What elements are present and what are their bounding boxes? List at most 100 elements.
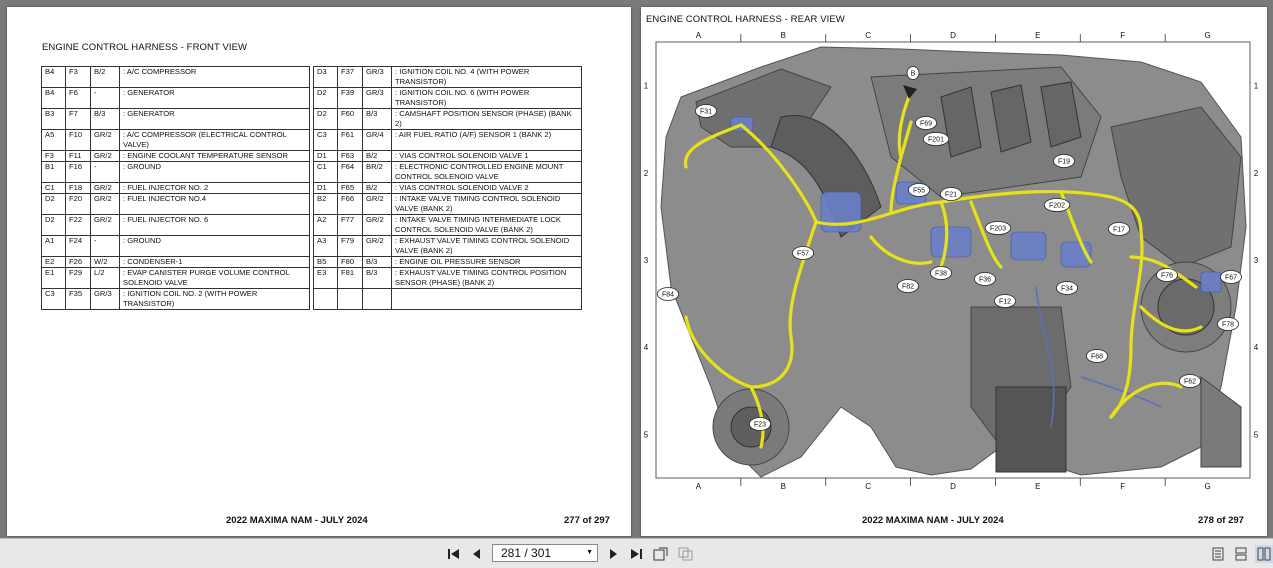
connector-cell: F18 [65,182,91,194]
right-footer-page: 278 of 297 [1198,515,1244,526]
connector-cell: F37 [337,66,363,88]
table-row: B4 F6-: GENERATOR D2 F39 GR/3: IGNITION COIL… [41,87,582,109]
rotate-icon[interactable] [652,545,670,563]
continuous-icon[interactable] [1232,545,1250,563]
callout-label: F38 [935,271,947,278]
grid-column-label: D [950,31,956,40]
color-pins-cell: - [90,161,120,183]
color-pins-cell: B/3 [362,267,392,289]
color-pins-cell: BR/2 [362,161,392,183]
connector-cell: F3 [65,66,91,88]
callout-label: F76 [1161,273,1173,280]
grid-ref-cell: B3 [41,108,66,130]
connector-callout: F19 [1052,154,1075,168]
grid-ref-cell: D2 [41,214,66,236]
grid-ref-cell: B1 [41,161,66,183]
color-pins-cell: B/3 [362,108,392,130]
connector-cell: F16 [65,161,91,183]
table-row: A5 F10 GR/2: A/C COMPRESSOR (ELECTRICAL CO… [41,129,582,151]
table-row: A1 F24-: GROUND A3 F79 GR/2: EXHAUST VALVE T… [41,235,582,257]
color-pins-cell: GR/4 [362,129,392,151]
callout-label: F12 [999,299,1011,306]
page-number-field[interactable]: 281 / 301 ▼ [492,544,598,562]
connector-callout: F21 [939,187,962,201]
grid-ref-cell: F3 [41,150,66,162]
callout-label: F55 [913,188,925,195]
grid-row-label: 3 [644,256,649,265]
description-cell: : VIAS CONTROL SOLENOID VALVE 2 [391,182,582,194]
description-cell: : AIR FUEL RATIO (A/F) SENSOR 1 (BANK 2) [391,129,582,151]
grid-column-label: F [1120,482,1125,491]
single-page-icon[interactable] [1209,545,1227,563]
connector-callout: F55 [907,183,930,197]
grid-column-label: E [1035,31,1040,40]
engine-diagram: AABBCCDDEEFFGG1 12 23 34 45 5 BF31F69F20… [644,31,1259,491]
grid-ref-cell: C1 [313,161,338,183]
color-pins-cell: B/3 [362,256,392,268]
connector-callout: F34 [1055,281,1078,295]
callout-label: F19 [1058,159,1070,166]
connector-cell: F7 [65,108,91,130]
grid-ref-cell: A1 [41,235,66,257]
callout-label: F21 [945,192,957,199]
grid-ref-cell: C3 [41,288,66,310]
connector-callout: F38 [929,266,952,280]
description-cell [391,288,582,310]
next-page-icon[interactable] [604,545,622,563]
description-cell: : FUEL INJECTOR NO.4 [119,193,310,215]
grid-ref-cell: B4 [41,87,66,109]
grid-row-label: 4 [644,343,649,352]
grid-row-label: 2 [644,169,649,178]
grid-column-label: F [1120,31,1125,40]
callout-label: F34 [1061,286,1073,293]
copy-icon[interactable] [677,545,695,563]
grid-column-label: C [865,482,871,491]
connector-callout: F17 [1107,222,1130,236]
connector-cell: F6 [65,87,91,109]
table-row: D2 F22 GR/2: FUEL INJECTOR NO. 6 A2 F77 GR/2:… [41,214,582,236]
grid-ref-cell: E1 [41,267,66,289]
chevron-down-icon[interactable]: ▼ [586,545,593,561]
color-pins-cell: W/2 [90,256,120,268]
last-page-icon[interactable] [627,545,645,563]
left-footer-doc: 2022 MAXIMA NAM - JULY 2024 [226,515,368,526]
connector-callout: F84 [656,287,680,301]
prev-page-icon[interactable] [468,545,486,563]
grid-row-label: 1 [1254,82,1259,91]
grid-ref-cell: D2 [313,108,338,130]
pdf-toolbar: 281 / 301 ▼ [0,538,1273,568]
table-row: B1 F16-: GROUND C1 F64 BR/2: ELECTRONIC CONT… [41,161,582,183]
table-row: E2 F26 W/2: CONDENSER-1 B5 F80 B/3: ENGINE OI… [41,256,582,268]
callout-label: F68 [1091,354,1103,361]
connector-cell: F66 [337,193,363,215]
table-row: B4 F3 B/2: A/C COMPRESSOR D3 F37 GR/3: IGNITI… [41,66,582,88]
two-page-icon[interactable] [1255,545,1273,563]
table-row: F3 F11 GR/2: ENGINE COOLANT TEMPERATURE SE… [41,150,582,162]
callout-label: F62 [1184,379,1196,386]
connector-cell: F22 [65,214,91,236]
grid-row-label: 3 [1254,256,1259,265]
callout-label: B [911,71,916,78]
description-cell: : ENGINE OIL PRESSURE SENSOR [391,256,582,268]
description-cell: : FUEL INJECTOR NO. 6 [119,214,310,236]
page-number-value: 281 / 301 [501,546,552,560]
color-pins-cell: L/2 [90,267,120,289]
color-pins-cell: GR/2 [90,129,120,151]
description-cell: : A/C COMPRESSOR [119,66,310,88]
description-cell: : CAMSHAFT POSITION SENSOR (PHASE) (BANK… [391,108,582,130]
first-page-icon[interactable] [445,545,463,563]
grid-ref-cell: D3 [313,66,338,88]
grid-column-label: B [781,31,786,40]
grid-ref-cell: C1 [41,182,66,194]
color-pins-cell: B/2 [362,150,392,162]
table-row: C3 F35 GR/3: IGNITION COIL NO. 2 (WITH POW… [41,288,582,310]
description-cell: : IGNITION COIL NO. 2 (WITH POWER TRANSI… [119,288,310,310]
connector-callout: F201 [922,132,950,146]
connector-callout: F67 [1220,270,1243,284]
grid-ref-cell: D2 [41,193,66,215]
grid-ref-cell: A5 [41,129,66,151]
grid-column-label: A [696,31,702,40]
connector-cell: F20 [65,193,91,215]
table-row: B3 F7 B/3: GENERATOR D2 F60 B/3: CAMSHAFT POS… [41,108,582,130]
callout-label: F84 [662,292,674,299]
